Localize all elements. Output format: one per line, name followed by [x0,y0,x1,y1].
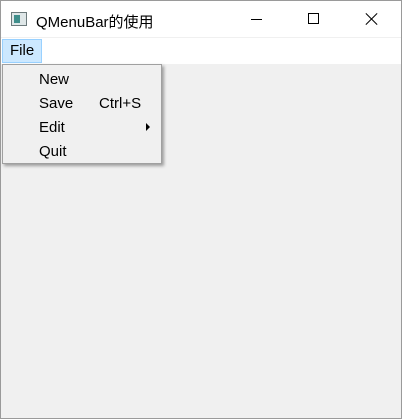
maximize-icon [308,13,319,24]
menu-item-label: Edit [39,119,65,136]
menu-item-new[interactable]: New [4,67,161,91]
menu-item-label: New [39,71,70,88]
minimize-icon [251,19,262,20]
app-window-icon[interactable] [11,12,27,26]
menu-file[interactable]: File [2,39,42,63]
title-bar[interactable]: QMenuBar的使用 [1,1,401,37]
menu-item-label: Quit [39,143,67,160]
minimize-button[interactable] [227,1,285,37]
menu-item-shortcut: Ctrl+S [99,95,142,112]
menu-item-label: Save [39,95,74,112]
menu-bar: File [1,38,401,64]
file-dropdown-menu: New Save Ctrl+S Edit Quit [2,64,162,164]
menu-item-quit[interactable]: Quit [4,139,161,163]
menu-item-save[interactable]: Save Ctrl+S [4,91,161,115]
close-button[interactable] [343,1,401,37]
menu-item-edit[interactable]: Edit [4,115,161,139]
close-icon [365,12,378,25]
window-title: QMenuBar的使用 [36,14,154,31]
submenu-arrow-icon [146,123,150,131]
app-window: QMenuBar的使用 File [0,0,402,419]
maximize-button[interactable] [285,1,343,37]
